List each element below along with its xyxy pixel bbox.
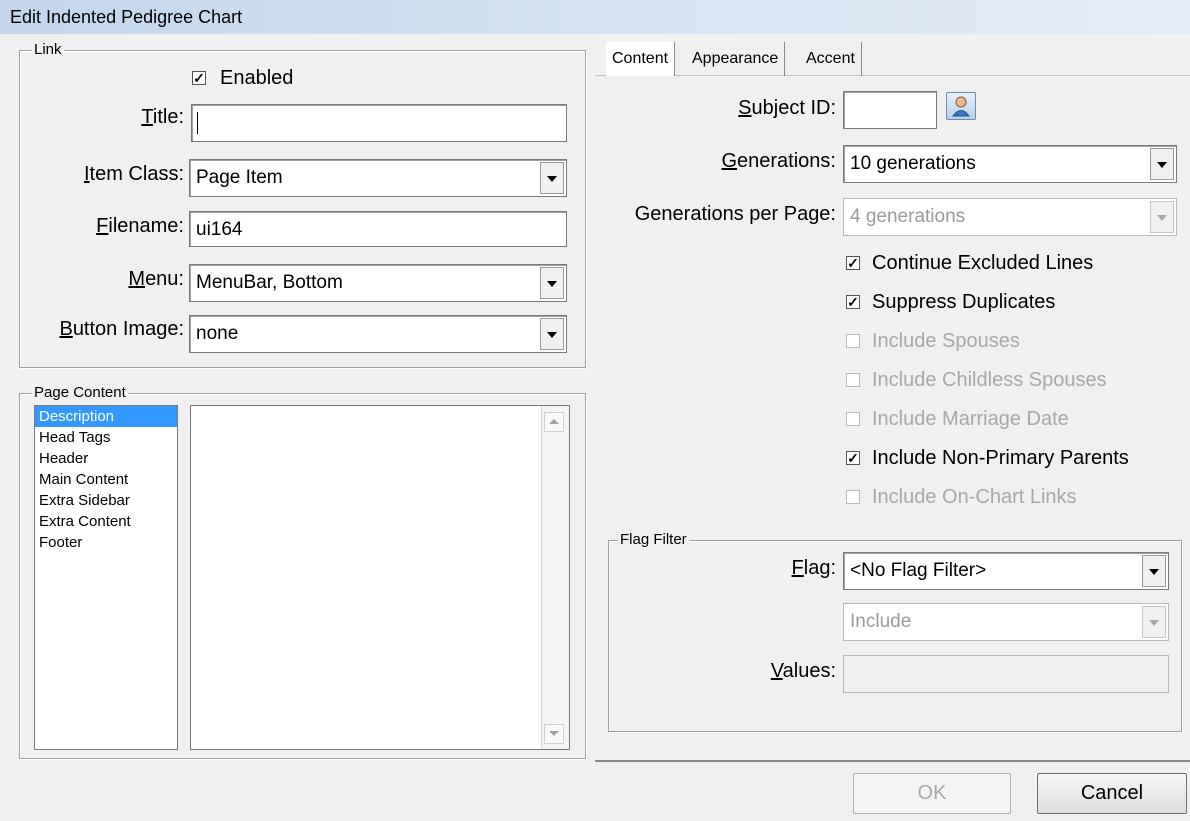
checkbox[interactable]: ✓	[846, 256, 860, 270]
gen-per-page-value: 4 generations	[850, 206, 966, 227]
generations-select[interactable]: 10 generations	[843, 145, 1177, 183]
gen-per-page-label: Generations per Page:	[634, 203, 836, 225]
list-item[interactable]: Extra Sidebar	[35, 490, 177, 511]
tab-accent[interactable]: Accent	[800, 42, 862, 76]
tab-appearance[interactable]: Appearance	[686, 42, 786, 76]
gen-per-page-select[interactable]: 4 generations	[843, 198, 1177, 236]
subject-id-label: Subject ID:	[738, 97, 836, 119]
flag-mode-select[interactable]: Include	[843, 603, 1169, 641]
flag-value: <No Flag Filter>	[850, 560, 987, 581]
chevron-down-icon[interactable]	[1150, 148, 1174, 180]
list-item[interactable]: Head Tags	[35, 427, 177, 448]
chevron-down-icon[interactable]	[1142, 606, 1166, 638]
item-class-select[interactable]: Page Item	[189, 159, 567, 197]
filename-label: Filename:	[96, 215, 184, 237]
button-image-label: Button Image:	[59, 318, 184, 340]
button-image-select[interactable]: none	[189, 315, 567, 353]
window-title: Edit Indented Pedigree Chart	[0, 0, 1190, 34]
chevron-down-icon[interactable]	[540, 267, 564, 299]
checkbox-label: Include Non-Primary Parents	[872, 447, 1129, 469]
list-item[interactable]: Main Content	[35, 469, 177, 490]
subject-id-input[interactable]	[843, 91, 937, 129]
editor-scrollbar[interactable]	[541, 406, 569, 749]
enabled-label: Enabled	[220, 67, 294, 89]
person-picker-icon[interactable]	[946, 92, 976, 120]
filename-input[interactable]: ui164	[189, 211, 567, 247]
chevron-down-icon[interactable]	[1142, 555, 1166, 587]
checkbox-label: Include Marriage Date	[872, 408, 1069, 430]
list-item[interactable]: Footer	[35, 532, 177, 553]
chevron-down-icon[interactable]	[540, 318, 564, 350]
list-item[interactable]: Header	[35, 448, 177, 469]
flag-mode-value: Include	[850, 611, 912, 632]
menu-select[interactable]: MenuBar, Bottom	[189, 264, 567, 302]
button-image-value: none	[196, 323, 239, 344]
values-input[interactable]	[843, 655, 1169, 693]
checkbox[interactable]	[846, 412, 860, 426]
checkbox[interactable]: ✓	[846, 295, 860, 309]
menu-label: Menu:	[128, 268, 184, 290]
menu-value: MenuBar, Bottom	[196, 272, 343, 293]
checkbox-label: Include On-Chart Links	[872, 486, 1077, 508]
item-class-label: Item Class:	[83, 163, 184, 185]
link-legend: Link	[32, 41, 64, 58]
checkbox-label: Include Spouses	[872, 330, 1020, 352]
scroll-up-arrow-icon[interactable]	[544, 412, 564, 432]
item-class-value: Page Item	[196, 167, 283, 188]
chevron-down-icon[interactable]	[540, 162, 564, 194]
flag-filter-legend: Flag Filter	[618, 531, 689, 548]
checkbox[interactable]	[846, 373, 860, 387]
flag-label: Flag:	[791, 557, 836, 579]
ok-button[interactable]: OK	[853, 773, 1011, 814]
checkbox[interactable]	[846, 490, 860, 504]
text-cursor	[197, 112, 198, 134]
list-item[interactable]: Extra Content	[35, 511, 177, 532]
page-content-list[interactable]: Description Head Tags Header Main Content Ex…	[34, 405, 178, 750]
title-input[interactable]	[191, 104, 567, 142]
checkbox-label: Suppress Duplicates	[872, 291, 1056, 313]
title-label: Title:	[141, 106, 184, 128]
checkbox-label: Continue Excluded Lines	[872, 252, 1094, 274]
flag-select[interactable]: <No Flag Filter>	[843, 552, 1169, 590]
chevron-down-icon[interactable]	[1150, 201, 1174, 233]
scroll-down-arrow-icon[interactable]	[544, 724, 564, 744]
cancel-button[interactable]: Cancel	[1037, 773, 1187, 814]
page-content-legend: Page Content	[32, 384, 128, 401]
tab-content[interactable]: Content	[606, 42, 676, 76]
checkbox[interactable]	[846, 334, 860, 348]
enabled-checkbox[interactable]: ✓	[192, 71, 206, 85]
checkbox-label: Include Childless Spouses	[872, 369, 1107, 391]
values-label: Values:	[770, 660, 836, 682]
page-content-editor[interactable]	[190, 405, 570, 750]
checkbox[interactable]: ✓	[846, 451, 860, 465]
list-item[interactable]: Description	[35, 406, 177, 427]
generations-value: 10 generations	[850, 153, 976, 174]
generations-label: Generations:	[721, 150, 836, 172]
